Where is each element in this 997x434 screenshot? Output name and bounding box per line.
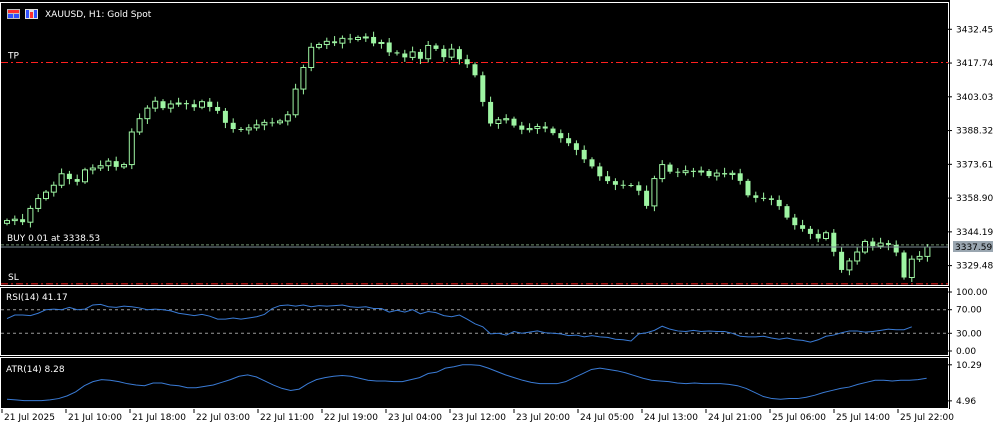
chart-canvas[interactable]: XAUUSD, H1: Gold Spot TP BUY 0.01 at 333…: [0, 0, 997, 430]
time-tick-label: 23 Jul 04:00: [388, 413, 442, 423]
rsi-tick-label: 100.00: [956, 288, 988, 298]
time-tick-label: 24 Jul 05:00: [580, 413, 634, 423]
rsi-tick-label: 30.00: [956, 329, 982, 339]
plot-background: [0, 0, 950, 409]
time-tick-label: 22 Jul 11:00: [260, 413, 314, 423]
candle: [128, 128, 135, 170]
time-tick-label: 24 Jul 13:00: [644, 413, 698, 423]
entry-order-label: BUY 0.01 at 3338.53: [7, 234, 100, 244]
grid-toolbar-icon[interactable]: [7, 9, 20, 19]
candle: [308, 42, 315, 72]
price-tick-label: 3329.48: [956, 262, 993, 272]
candle: [745, 178, 751, 198]
rsi-tick-label: 0.00: [956, 347, 976, 357]
stop-loss-label: SL: [8, 273, 19, 283]
candle: [784, 204, 790, 220]
trading-chart-window: XAUUSD, H1: Gold Spot TP BUY 0.01 at 333…: [0, 0, 997, 430]
time-tick-label: 21 Jul 10:00: [68, 413, 122, 423]
candle: [480, 71, 486, 107]
candle: [901, 250, 907, 280]
rsi-tick-label: 70.00: [956, 306, 982, 316]
time-tick-label: 21 Jul 18:00: [132, 413, 186, 423]
current-price-text: 3337.59: [955, 243, 992, 253]
time-tick-label: 22 Jul 03:00: [196, 413, 250, 423]
price-tick-label: 3432.45: [956, 25, 993, 35]
time-tick-label: 23 Jul 12:00: [452, 413, 506, 423]
time-tick-label: 25 Jul 14:00: [836, 413, 890, 423]
take-profit-label: TP: [7, 51, 19, 61]
atr-tick-label: 10.29: [956, 361, 982, 371]
candle: [908, 255, 915, 282]
time-tick-label: 25 Jul 06:00: [772, 413, 826, 423]
price-tick-label: 3373.61: [956, 160, 993, 170]
price-tick-label: 3403.03: [956, 93, 993, 103]
candle: [43, 190, 49, 201]
price-tick-label: 3344.19: [956, 228, 993, 238]
current-price-badge: 3337.59: [953, 241, 993, 253]
candle: [82, 167, 88, 184]
chart-type-icon[interactable]: [25, 9, 38, 19]
candle: [292, 83, 299, 118]
atr-tick-label: 4.96: [956, 397, 976, 407]
price-tick-label: 3417.74: [956, 59, 993, 69]
time-tick-label: 21 Jul 2025: [4, 413, 55, 423]
symbol-title: XAUUSD, H1: Gold Spot: [45, 10, 152, 20]
candle: [472, 62, 478, 78]
time-tick-label: 24 Jul 21:00: [708, 413, 762, 423]
atr-label: ATR(14) 8.28: [6, 365, 65, 375]
candle: [651, 175, 658, 212]
time-tick-label: 23 Jul 20:00: [516, 413, 570, 423]
time-tick-label: 22 Jul 19:00: [324, 413, 378, 423]
time-tick-label: 25 Jul 22:00: [900, 413, 954, 423]
rsi-label: RSI(14) 41.17: [6, 293, 68, 303]
price-tick-label: 3388.32: [956, 127, 993, 137]
price-tick-label: 3358.90: [956, 194, 993, 204]
